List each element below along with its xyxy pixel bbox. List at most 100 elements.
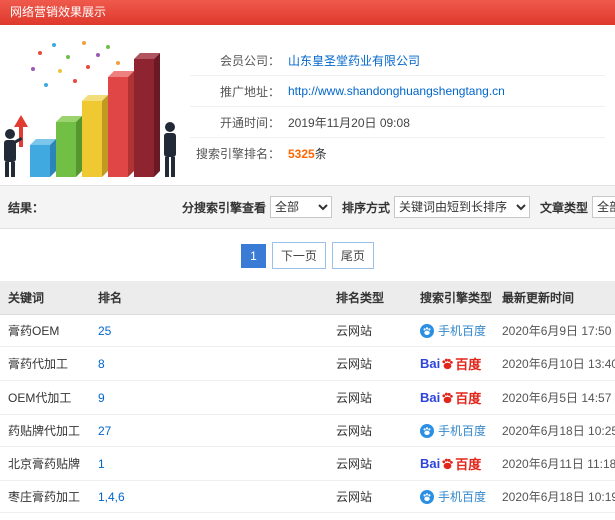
engine-select[interactable]: 全部: [270, 196, 333, 218]
engine-cell: Bai 百度: [412, 446, 494, 481]
rank-type-cell: 云网站: [328, 414, 412, 447]
rank-cell: 4: [90, 512, 328, 520]
rank-type-cell: 云网站: [328, 512, 412, 520]
rank-count-suffix: 条: [314, 147, 327, 161]
baidu-logo: Bai 百度: [420, 454, 481, 473]
info-row-company: 会员公司： 山东皇圣堂药业有限公司: [190, 45, 605, 76]
engine-cell: 手机百度: [412, 414, 494, 447]
page-button-next[interactable]: 下一页: [271, 242, 326, 269]
results-table: 关键词 排名 排名类型 搜索引擎类型 最新更新时间 膏药OEM 25 云网站 手…: [0, 281, 615, 520]
baidu-logo: Bai 百度: [420, 354, 481, 373]
keyword-cell: 膏药OEM: [0, 314, 90, 347]
header-updated: 最新更新时间: [494, 281, 615, 315]
rank-count-value: 5325: [288, 146, 315, 161]
baidu-logo-du: 百度: [455, 391, 482, 406]
page-title-bar: 网络营销效果展示: [0, 0, 615, 25]
rank-link[interactable]: 1,4,6: [98, 490, 125, 504]
updated-time-cell: 2020年5月29日 10:32: [494, 512, 615, 520]
table-row: 枣庄膏药加工 1,4,6 云网站 手机百度 2020年6月18日 10:19: [0, 480, 615, 513]
rank-type-cell: 云网站: [328, 446, 412, 481]
page-title: 网络营销效果展示: [10, 5, 107, 19]
rank-type-cell: 云网站: [328, 480, 412, 513]
info-row-rank-count: 搜索引擎排名： 5325 条: [190, 138, 605, 169]
engine-cell: 手机百度: [412, 480, 494, 513]
keyword-cell: 医疗器械厂家: [0, 512, 90, 520]
baidu-paw-icon: [442, 358, 454, 370]
opened-label: 开通时间：: [219, 115, 280, 130]
mobile-baidu-label: 手机百度: [438, 490, 487, 504]
keyword-cell: 北京膏药贴牌: [0, 446, 90, 481]
rank-link[interactable]: 8: [98, 357, 105, 371]
pagination: 1 下一页 尾页: [0, 229, 615, 281]
table-row: 医疗器械厂家 4 云网站 Bai: [0, 512, 615, 520]
info-row-url: 推广地址： http://www.shandonghuangshengtang.…: [190, 76, 605, 107]
info-row-opened: 开通时间： 2019年11月20日 09:08: [190, 107, 605, 138]
updated-time-cell: 2020年6月10日 13:40: [494, 346, 615, 381]
page-button-last[interactable]: 尾页: [331, 242, 374, 269]
engine-cell: Bai 百度: [412, 512, 494, 520]
baidu-logo-du: 百度: [455, 457, 482, 472]
mobile-baidu-label: 手机百度: [438, 324, 487, 338]
keyword-cell: 枣庄膏药加工: [0, 480, 90, 513]
url-label: 推广地址：: [219, 84, 280, 99]
updated-time-cell: 2020年6月9日 17:50: [494, 314, 615, 347]
page-button-current[interactable]: 1: [241, 243, 266, 268]
rank-link[interactable]: 27: [98, 424, 111, 438]
header-rank-type: 排名类型: [328, 281, 412, 315]
keyword-cell: 膏药代加工: [0, 346, 90, 381]
info-fields: 会员公司： 山东皇圣堂药业有限公司 推广地址： http://www.shand…: [190, 45, 605, 169]
businessman-right: [164, 122, 176, 177]
info-section: 会员公司： 山东皇圣堂药业有限公司 推广地址： http://www.shand…: [0, 25, 615, 183]
rank-link[interactable]: 1: [98, 457, 105, 471]
result-label: 结果：: [8, 200, 45, 215]
opened-time-value: 2019年11月20日 09:08: [288, 115, 410, 130]
baidu-logo-bai: Bai: [420, 456, 441, 471]
rank-cell: 8: [90, 346, 328, 381]
rank-link[interactable]: 9: [98, 391, 105, 405]
growth-chart-graphic: [4, 41, 176, 177]
rank-cell: 25: [90, 314, 328, 347]
rank-type-cell: 云网站: [328, 380, 412, 415]
mobile-baidu-icon: [420, 423, 434, 438]
confetti-dots: [31, 41, 120, 87]
baidu-logo-bai: Bai: [420, 356, 441, 371]
table-row: OEM代加工 9 云网站 Bai 百度 2020年6月5日 14:57: [0, 380, 615, 415]
rank-link[interactable]: 25: [98, 324, 111, 338]
rank-cell: 1: [90, 446, 328, 481]
table-row: 北京膏药贴牌 1 云网站 Bai 百度 2020年6月11日 11:18: [0, 446, 615, 481]
rank-count-label: 搜索引擎排名：: [195, 147, 280, 161]
type-select[interactable]: 全部: [592, 196, 615, 218]
rank-cell: 9: [90, 380, 328, 415]
filter-bar: 结果： 分搜索引擎查看 全部 排序方式 关键词由短到长排序 文章类型 全部 提交: [0, 185, 615, 229]
baidu-logo: Bai 百度: [420, 388, 481, 407]
mobile-baidu-badge: 手机百度: [420, 322, 486, 339]
mobile-baidu-label: 手机百度: [438, 424, 487, 438]
engine-cell: Bai 百度: [412, 346, 494, 381]
keyword-cell: OEM代加工: [0, 380, 90, 415]
updated-time-cell: 2020年6月18日 10:19: [494, 480, 615, 513]
baidu-paw-icon: [442, 458, 454, 470]
type-filter-label: 文章类型: [540, 200, 589, 215]
keyword-cell: 药贴牌代加工: [0, 414, 90, 447]
company-link[interactable]: 山东皇圣堂药业有限公司: [288, 52, 420, 69]
bar-chart-illustration: [0, 29, 182, 181]
table-row: 膏药OEM 25 云网站 手机百度 2020年6月9日 17:50: [0, 314, 615, 347]
rank-type-cell: 云网站: [328, 314, 412, 347]
header-keyword: 关键词: [0, 281, 90, 315]
mobile-baidu-badge: 手机百度: [420, 488, 486, 505]
filter-controls: 分搜索引擎查看 全部 排序方式 关键词由短到长排序 文章类型 全部 提交: [172, 193, 615, 222]
mobile-baidu-badge: 手机百度: [420, 422, 486, 439]
table-row: 膏药代加工 8 云网站 Bai 百度 2020年6月10日 13:40: [0, 346, 615, 381]
updated-time-cell: 2020年6月5日 14:57: [494, 380, 615, 415]
table-body: 膏药OEM 25 云网站 手机百度 2020年6月9日 17:50 膏药代加工 …: [0, 314, 615, 520]
header-rank: 排名: [90, 281, 328, 315]
mobile-baidu-icon: [420, 323, 434, 338]
table-row: 药贴牌代加工 27 云网站 手机百度 2020年6月18日 10:25: [0, 414, 615, 447]
sort-filter-label: 排序方式: [342, 200, 391, 215]
rank-cell: 1,4,6: [90, 480, 328, 513]
table-header-row: 关键词 排名 排名类型 搜索引擎类型 最新更新时间: [0, 281, 615, 315]
promo-url-link[interactable]: http://www.shandonghuangshengtang.cn: [288, 84, 505, 98]
sort-select[interactable]: 关键词由短到长排序: [394, 196, 531, 218]
baidu-paw-icon: [442, 392, 454, 404]
engine-cell: Bai 百度: [412, 380, 494, 415]
